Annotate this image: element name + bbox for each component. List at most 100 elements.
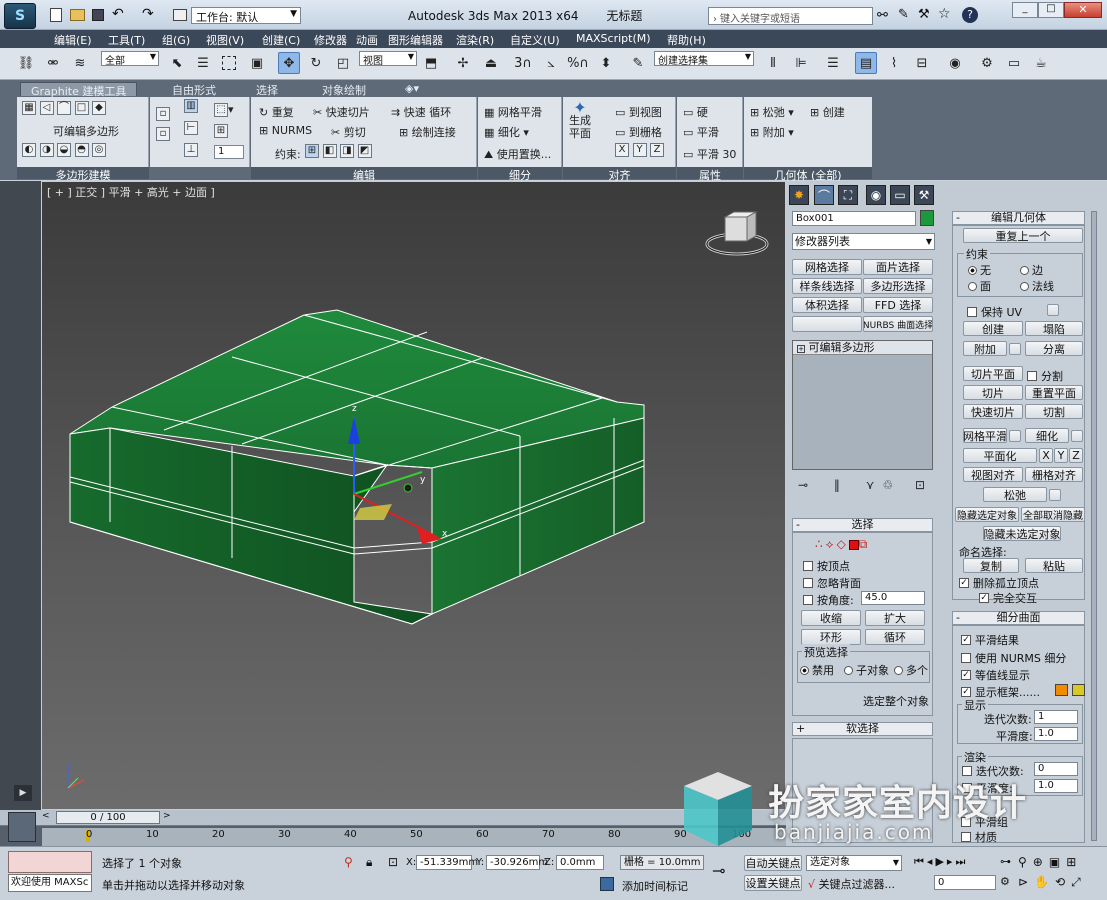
- goto-end-icon[interactable]: ⏭: [955, 855, 968, 868]
- copy-button[interactable]: 复制: [963, 558, 1019, 573]
- configure-sets-icon[interactable]: ⊡: [915, 478, 925, 492]
- graphite-toggle-icon[interactable]: ▤: [855, 52, 877, 74]
- meshsmooth-settings[interactable]: [1009, 430, 1021, 442]
- preserve-uv-checkbox[interactable]: 保持 UV: [967, 304, 1022, 320]
- relax-button-cmd[interactable]: 松弛: [983, 487, 1047, 502]
- align-z-button[interactable]: Z: [650, 143, 664, 157]
- attach-button[interactable]: ⊞ 附加 ▾: [750, 124, 794, 140]
- lock-selection-icon[interactable]: 🔒︎: [366, 855, 372, 870]
- hierarchy-tab-icon[interactable]: ⛶: [838, 185, 858, 205]
- tab-object-paint[interactable]: 对象绘制: [322, 82, 366, 97]
- menu-item-animation[interactable]: 动画: [356, 30, 378, 48]
- nurbs-select-button[interactable]: NURBS 曲面选择: [863, 316, 933, 332]
- create-tab-icon[interactable]: ✸: [789, 185, 809, 205]
- paste-button[interactable]: 粘贴: [1025, 558, 1083, 573]
- stack-item-editable-poly[interactable]: + 可编辑多边形: [793, 341, 932, 355]
- grid-align-button[interactable]: 栅格对齐: [1025, 467, 1083, 482]
- workspace-select[interactable]: 工作台: 默认 ▼: [191, 7, 301, 24]
- by-vertex-checkbox[interactable]: 按顶点: [803, 558, 850, 574]
- mesh-select-button[interactable]: 网格选择: [792, 259, 862, 275]
- attach-button-cmd[interactable]: 附加: [963, 341, 1007, 356]
- repeat-last-button[interactable]: 重复上一个: [963, 228, 1083, 243]
- misc-icons-1[interactable]: ▫: [156, 107, 170, 121]
- app-logo-icon[interactable]: S: [4, 3, 36, 29]
- smooth-result-checkbox[interactable]: ✓ 平滑结果: [961, 632, 1019, 648]
- constraint-face-radio[interactable]: 面: [968, 278, 991, 294]
- smoothness-spinner[interactable]: 1.0: [1034, 727, 1078, 741]
- menu-item-create[interactable]: 创建(C): [262, 30, 300, 48]
- hide-unselected-button[interactable]: 隐藏未选定对象: [983, 526, 1061, 541]
- select-scale-icon[interactable]: ◰: [332, 52, 354, 74]
- viewport-label[interactable]: [ + ] 正交 ] 平滑 + 高光 + 边面 ]: [47, 184, 215, 200]
- menu-item-modifiers[interactable]: 修改器: [314, 30, 347, 48]
- rendered-frame-icon[interactable]: ▭: [1003, 52, 1025, 74]
- shrink-button[interactable]: 收缩: [801, 610, 861, 626]
- key-mode-select[interactable]: 选定对象 ▼: [806, 855, 902, 871]
- keyboard-shortcut-icon[interactable]: ⏏: [480, 52, 502, 74]
- maxscript-listener[interactable]: 欢迎使用 MAXSc: [8, 874, 92, 892]
- menu-item-help[interactable]: 帮助(H): [667, 30, 706, 48]
- meshsmooth-button-cmd[interactable]: 网格平滑: [963, 428, 1007, 443]
- menu-item-customize[interactable]: 自定义(U): [510, 30, 560, 48]
- pan-icon[interactable]: ✋: [1034, 875, 1055, 889]
- selection-filter-select[interactable]: 全部 ▼: [101, 51, 159, 67]
- snap-toggle-icon[interactable]: 3 ∩: [512, 52, 534, 74]
- makeplanar-button[interactable]: ✦ 生成 平面: [569, 100, 591, 141]
- maxscript-listener-top[interactable]: [8, 851, 92, 873]
- close-button[interactable]: ✕: [1064, 2, 1102, 18]
- key-icon[interactable]: ⊸: [712, 861, 725, 880]
- time-config-icon[interactable]: ⚙: [1000, 875, 1010, 888]
- redo-icon[interactable]: ↷: [142, 6, 154, 22]
- vol-select-button[interactable]: 体积选择: [792, 297, 862, 313]
- cage-color-2[interactable]: [1072, 684, 1085, 696]
- menu-item-graph-editors[interactable]: 图形编辑器: [388, 30, 443, 48]
- play-anim-icon[interactable]: ▶: [935, 855, 946, 868]
- modify-tab-icon[interactable]: ⌒: [814, 185, 834, 205]
- planarize-x[interactable]: X: [1039, 448, 1053, 463]
- play-icon[interactable]: ▶: [14, 785, 32, 801]
- planarize-z[interactable]: Z: [1069, 448, 1083, 463]
- time-slider-next[interactable]: >: [163, 811, 175, 824]
- binoculars-icon[interactable]: ⚯: [877, 8, 888, 23]
- layer-manager-icon[interactable]: ☰: [822, 52, 844, 74]
- misc-icons-7[interactable]: ⊞: [214, 124, 228, 138]
- material-checkbox[interactable]: 材质: [961, 829, 997, 845]
- tessellate-button[interactable]: ▦ 细化 ▾: [484, 124, 529, 140]
- isolate-icon[interactable]: ⚲: [344, 855, 353, 869]
- minimize-button[interactable]: _: [1012, 2, 1038, 18]
- edit-named-sel-icon[interactable]: ✎: [627, 52, 649, 74]
- time-slider[interactable]: < 0 / 100 >: [0, 810, 786, 826]
- full-interact-checkbox[interactable]: ✓ 完全交互: [979, 590, 1037, 606]
- modifier-stack[interactable]: + 可编辑多边形: [792, 340, 933, 470]
- delete-isolated-checkbox[interactable]: ✓ 删除孤立顶点: [959, 575, 1039, 591]
- isoline-checkbox[interactable]: ✓ 等值线显示: [961, 667, 1030, 683]
- time-slider-prev[interactable]: <: [42, 811, 54, 824]
- abs-mode-icon[interactable]: ⊡: [388, 855, 398, 869]
- paintconnect-button[interactable]: ⊞ 绘制连接: [399, 124, 456, 140]
- preview-off-radio[interactable]: 禁用: [800, 662, 834, 678]
- perspective-viewport[interactable]: z y x: [41, 181, 786, 810]
- smooth30-button[interactable]: ▭ 平滑 30: [683, 146, 736, 162]
- usedisplace-button[interactable]: ⛰ 使用置换...: [484, 146, 551, 162]
- toview-button[interactable]: ▭ 到视图: [615, 104, 662, 120]
- expand-icon[interactable]: +: [797, 345, 805, 353]
- zoom-all-icon[interactable]: ⊕: [1033, 855, 1049, 869]
- split-checkbox[interactable]: 分割: [1027, 368, 1063, 384]
- add-time-tag-icon[interactable]: [600, 877, 614, 891]
- tab-freeform[interactable]: 自由形式: [172, 82, 216, 97]
- material-editor-icon[interactable]: ◉: [944, 52, 966, 74]
- show-end-result-icon[interactable]: ‖: [834, 478, 840, 492]
- constraint-edge-radio[interactable]: 边: [1020, 262, 1043, 278]
- polymodel-subobj-icons[interactable]: ◐ ◑ ◒ ◓ ◎: [22, 143, 106, 157]
- align-y-button[interactable]: Y: [632, 143, 647, 157]
- schematic-view-icon[interactable]: ⊟: [911, 52, 933, 74]
- favorites-icon[interactable]: ☆: [938, 6, 951, 22]
- spline-select-button[interactable]: 样条线选择: [792, 278, 862, 294]
- zoom-icon[interactable]: ⚲: [1018, 855, 1033, 869]
- tessellate-settings[interactable]: [1071, 430, 1083, 442]
- current-frame-field[interactable]: 0: [934, 875, 996, 890]
- subdiv-surface-rollout-title[interactable]: - 细分曲面: [952, 611, 1085, 625]
- collapse-button[interactable]: 塌陷: [1025, 321, 1083, 336]
- togrid-button[interactable]: ▭ 到栅格: [615, 124, 662, 140]
- constraint-normal-radio[interactable]: 法线: [1020, 278, 1054, 294]
